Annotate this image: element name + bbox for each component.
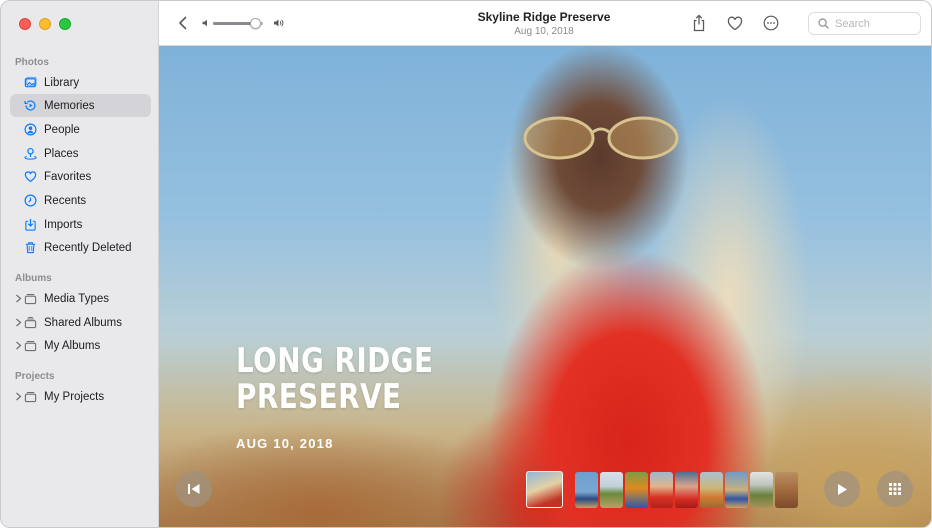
sidebar-item-recently-deleted[interactable]: Recently Deleted: [10, 236, 151, 259]
title-block: Skyline Ridge Preserve Aug 10, 2018: [419, 10, 669, 37]
shared-album-icon: [23, 316, 37, 330]
filmstrip-thumb[interactable]: [650, 471, 673, 508]
window-subtitle: Aug 10, 2018: [514, 26, 574, 37]
photo-sunglasses-detail: [523, 116, 679, 160]
more-button[interactable]: [761, 13, 781, 33]
heart-icon: [23, 170, 37, 184]
memories-icon: [23, 99, 37, 113]
filmstrip-thumb[interactable]: [750, 471, 773, 508]
sidebar-item-people[interactable]: People: [10, 118, 151, 141]
photos-window: Photos Library Memories People Places Fa…: [0, 0, 932, 528]
sidebar: Photos Library Memories People Places Fa…: [1, 1, 159, 527]
sidebar-item-imports[interactable]: Imports: [10, 213, 151, 236]
sidebar-item-shared-albums[interactable]: Shared Albums: [10, 311, 151, 334]
window-title: Skyline Ridge Preserve: [477, 10, 611, 24]
filmstrip-thumb[interactable]: [700, 471, 723, 508]
window-controls: [19, 18, 71, 30]
skip-back-icon: [188, 484, 200, 494]
volume-low-icon: [202, 19, 207, 27]
play-button[interactable]: [824, 471, 860, 507]
filmstrip-thumb[interactable]: [725, 471, 748, 508]
places-icon: [23, 147, 37, 161]
grid-icon: [889, 483, 901, 495]
toolbar: Skyline Ridge Preserve Aug 10, 2018: [159, 1, 931, 46]
sidebar-item-label: Imports: [44, 218, 83, 231]
search-input[interactable]: [835, 17, 905, 30]
favorite-button[interactable]: [725, 13, 745, 33]
import-icon: [23, 218, 37, 232]
sidebar-item-label: Shared Albums: [44, 316, 122, 329]
volume-high-icon: [274, 19, 284, 27]
grid-view-button[interactable]: [877, 471, 913, 507]
sidebar-item-label: People: [44, 123, 80, 136]
filmstrip-thumb[interactable]: [625, 471, 648, 508]
filmstrip-thumb[interactable]: [675, 471, 698, 508]
chevron-right-icon[interactable]: [13, 316, 23, 328]
section-header-photos: Photos: [15, 57, 49, 68]
sidebar-item-label: Media Types: [44, 292, 109, 305]
section-header-albums: Albums: [15, 273, 52, 284]
filmstrip: [526, 471, 798, 508]
sidebar-item-label: Recents: [44, 194, 87, 207]
sidebar-item-memories[interactable]: Memories: [10, 94, 151, 117]
sidebar-item-label: My Projects: [44, 390, 105, 403]
filmstrip-thumb[interactable]: [600, 471, 623, 508]
share-icon: [693, 14, 705, 32]
minimize-window-button[interactable]: [39, 18, 51, 30]
volume-slider-knob[interactable]: [250, 18, 261, 29]
back-icon: [178, 16, 186, 30]
album-stack-icon: [23, 339, 37, 353]
clock-icon: [23, 194, 37, 208]
play-icon: [838, 483, 847, 495]
previous-button[interactable]: [176, 471, 212, 507]
sidebar-item-recents[interactable]: Recents: [10, 189, 151, 212]
zoom-window-button[interactable]: [59, 18, 71, 30]
sidebar-item-my-projects[interactable]: My Projects: [10, 385, 151, 408]
more-icon: [763, 15, 779, 31]
sidebar-item-label: Favorites: [44, 170, 92, 183]
sidebar-item-label: My Albums: [44, 339, 101, 352]
chevron-right-icon[interactable]: [13, 339, 23, 351]
sidebar-item-favorites[interactable]: Favorites: [10, 165, 151, 188]
sidebar-item-label: Recently Deleted: [44, 241, 132, 254]
back-button[interactable]: [173, 13, 191, 33]
sidebar-item-places[interactable]: Places: [10, 142, 151, 165]
chevron-right-icon[interactable]: [13, 390, 23, 402]
volume-slider[interactable]: [213, 18, 263, 29]
sidebar-item-library[interactable]: Library: [10, 71, 151, 94]
album-stack-icon: [23, 292, 37, 306]
filmstrip-thumb[interactable]: [775, 471, 798, 508]
chevron-right-icon[interactable]: [13, 292, 23, 304]
section-header-projects: Projects: [15, 371, 55, 382]
album-stack-icon: [23, 390, 37, 404]
memory-photo: LONG RIDGE PRESERVE AUG 10, 2018: [159, 46, 931, 527]
trash-icon: [23, 241, 37, 255]
filmstrip-thumb[interactable]: [575, 471, 598, 508]
search-icon: [818, 18, 829, 29]
heart-icon: [727, 16, 743, 30]
library-icon: [23, 76, 37, 90]
search-field[interactable]: [808, 12, 921, 35]
people-icon: [23, 123, 37, 137]
sidebar-item-label: Places: [44, 147, 79, 160]
share-button[interactable]: [689, 13, 709, 33]
sidebar-item-label: Library: [44, 76, 80, 89]
memory-date: AUG 10, 2018: [236, 436, 334, 451]
sidebar-item-media-types[interactable]: Media Types: [10, 287, 151, 310]
sidebar-item-label: Memories: [44, 99, 95, 112]
sidebar-item-my-albums[interactable]: My Albums: [10, 334, 151, 357]
filmstrip-thumb[interactable]: [526, 471, 563, 508]
memory-title: LONG RIDGE PRESERVE: [236, 341, 434, 417]
close-window-button[interactable]: [19, 18, 31, 30]
